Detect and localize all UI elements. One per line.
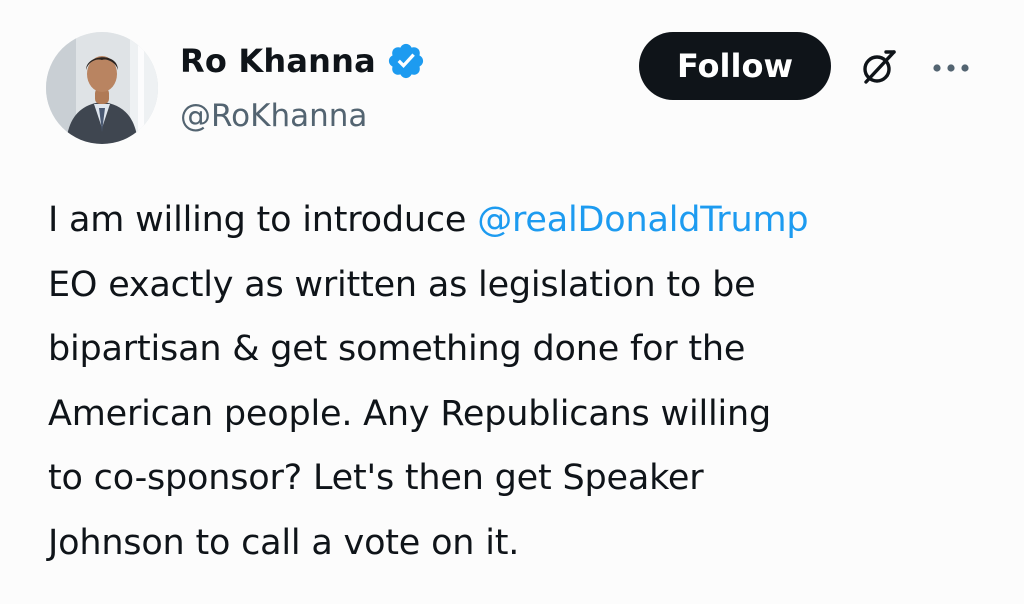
mention-link[interactable]: @realDonaldTrump [477, 200, 808, 240]
author-name-row: Ro Khanna [180, 38, 426, 84]
tweet-line-3: bipartisan & get something done for the [48, 329, 746, 369]
tweet-line-5: to co-sponsor? Let's then get Speaker [48, 458, 704, 498]
follow-button[interactable]: Follow [639, 32, 831, 100]
author-handle[interactable]: @RoKhanna [180, 94, 367, 138]
avatar-photo [46, 32, 158, 144]
display-name[interactable]: Ro Khanna [180, 38, 376, 84]
tweet-line-1-text: I am willing to introduce [48, 200, 478, 240]
tweet-line-2: EO exactly as written as legislation to … [48, 264, 756, 305]
tweet-line-4: American people. Any Republicans willing [48, 393, 772, 434]
tweet-line-1: I am willing to introduce @realDonaldTru… [48, 188, 998, 253]
tweet-line-6: Johnson to call a vote on it. [48, 522, 520, 563]
verified-badge-icon[interactable] [386, 41, 426, 81]
more-icon[interactable] [930, 60, 972, 76]
avatar[interactable] [46, 32, 158, 144]
tweet-text: I am willing to introduce @realDonaldTru… [48, 188, 998, 575]
grok-icon[interactable] [858, 46, 900, 88]
tweet-card: Ro Khanna @RoKhanna Follow I am willing … [0, 0, 1024, 604]
